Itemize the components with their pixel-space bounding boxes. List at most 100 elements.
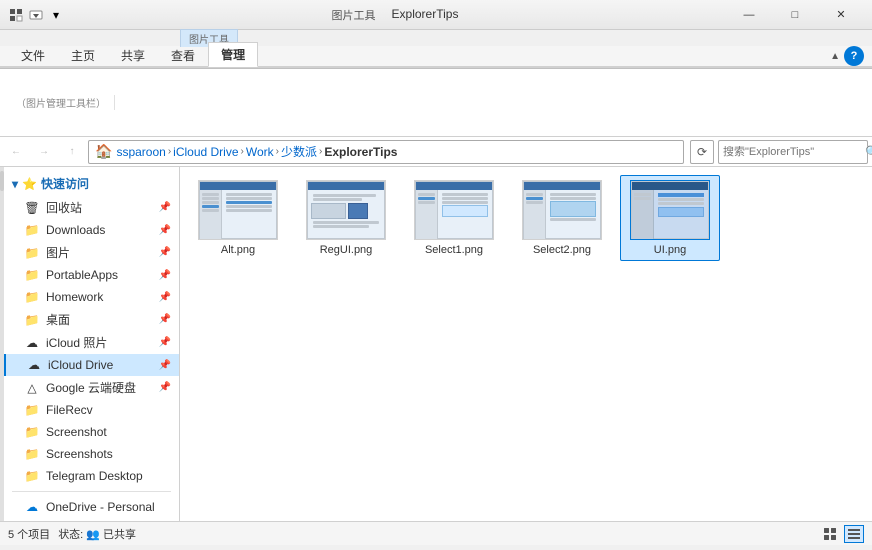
file-name: Alt.png [221,244,255,256]
main-layout: ▾ ⭐ 快速访问 🗑 回收站 📌 📁 Downloads 📌 📁 图片 [0,167,872,521]
address-bar[interactable]: 🏠 ssparoon › iCloud Drive › Work › 少数派 ›… [88,140,684,164]
folder-icon: 📁 [24,424,40,440]
file-item[interactable]: Select2.png [512,175,612,261]
back-button[interactable]: ← [4,140,28,164]
sidebar-item-filerecv[interactable]: 📁 FileRecv [4,399,179,421]
pin-icon: 📌 [159,360,171,371]
sidebar-item-icloud-photos[interactable]: ☁ iCloud 照片 📌 [4,331,179,354]
tab-view[interactable]: 查看 [158,43,208,67]
breadcrumb-root[interactable]: ssparoon [116,145,165,159]
google-drive-icon: △ [24,380,40,396]
file-name: Select1.png [425,244,483,256]
forward-button[interactable]: → [32,140,56,164]
folder-icon: 📁 [24,468,40,484]
view-details-button[interactable] [844,525,864,543]
folder-icon: 📁 [24,245,40,261]
folder-icon: 📁 [24,312,40,328]
tab-share[interactable]: 共享 [108,43,158,67]
sidebar-item-google-drive[interactable]: △ Google 云端硬盘 📌 [4,376,179,399]
tab-home[interactable]: 主页 [58,43,108,67]
sidebar: ▾ ⭐ 快速访问 🗑 回收站 📌 📁 Downloads 📌 📁 图片 [4,167,180,521]
file-item[interactable]: Alt.png [188,175,288,261]
file-thumbnail [522,180,602,240]
status-left: 5 个项目 状态: 👥 已共享 [8,526,820,542]
refresh-button[interactable]: ⟳ [690,140,714,164]
expand-icon: ▾ [12,177,18,191]
breadcrumb-shaosu[interactable]: 少数派 [281,143,317,160]
folder-icon: 📁 [24,222,40,238]
app-title: ExplorerTips [392,7,459,23]
address-bar-home-icon: 🏠 [95,143,112,160]
ribbon-tab-bar: 文件 主页 共享 查看 管理 ▲ ? [0,46,872,68]
file-thumbnail [198,180,278,240]
up-button[interactable]: ↑ [60,140,84,164]
sidebar-quick-access: ▾ ⭐ 快速访问 🗑 回收站 📌 📁 Downloads 📌 📁 图片 [4,171,179,487]
file-item[interactable]: Select1.png [404,175,504,261]
file-thumbnail [630,180,710,240]
tab-manage[interactable]: 管理 [208,42,258,67]
status-right [820,525,864,543]
pin-icon: 📌 [159,202,171,213]
sidebar-item-homework[interactable]: 📁 Homework 📌 [4,286,179,308]
folder-icon: 📁 [24,446,40,462]
sidebar-item-pictures[interactable]: 📁 图片 📌 [4,241,179,264]
breadcrumb-current: ExplorerTips [324,145,397,159]
sidebar-item-screenshots[interactable]: 📁 Screenshots [4,443,179,465]
file-item[interactable]: RegUI.png [296,175,396,261]
quick-access-toolbar[interactable]: ▾ [8,7,64,23]
close-button[interactable]: ✕ [818,0,864,30]
sidebar-item-portableapps[interactable]: 📁 PortableApps 📌 [4,264,179,286]
star-icon: ⭐ [22,177,37,191]
pin-icon: 📌 [159,247,171,258]
sidebar-item-screenshot[interactable]: 📁 Screenshot [4,421,179,443]
recycle-icon: 🗑 [24,200,40,216]
folder-icon: 📁 [24,267,40,283]
pin-icon: 📌 [159,314,171,325]
sidebar-item-desktop[interactable]: 📁 桌面 📌 [4,308,179,331]
folder-icon: 📁 [24,289,40,305]
share-status: 状态: 👥 已共享 [58,526,136,542]
search-icon: 🔍 [865,145,872,159]
file-area: Alt.png [180,167,872,521]
ribbon-content: （图片管理工具栏） [0,69,872,137]
sidebar-item-onedrive[interactable]: ☁ OneDrive - Personal [4,496,179,518]
sidebar-item-downloads[interactable]: 📁 Downloads 📌 [4,219,179,241]
tab-file[interactable]: 文件 [8,43,58,67]
ribbon-group-placeholder: （图片管理工具栏） [16,95,106,110]
quick-access-icon1 [8,7,24,23]
onedrive-icon: ☁ [24,499,40,515]
pin-icon: 📌 [159,382,171,393]
cloud-icon: ☁ [24,335,40,351]
search-input[interactable] [723,146,865,158]
file-name: RegUI.png [320,244,373,256]
status-bar: 5 个项目 状态: 👥 已共享 [0,521,872,545]
sidebar-item-icloud-drive[interactable]: ☁ iCloud Drive 📌 [4,354,179,376]
minimize-button[interactable]: — [726,0,772,30]
view-large-icon-button[interactable] [820,525,840,543]
pin-icon: 📌 [159,292,171,303]
title-bar: ▾ 图片工具 ExplorerTips — □ ✕ [0,0,872,30]
search-box[interactable]: 🔍 [718,140,868,164]
window-controls[interactable]: — □ ✕ [726,0,864,30]
pin-icon: 📌 [159,337,171,348]
file-name: Select2.png [533,244,591,256]
pin-icon: 📌 [159,270,171,281]
quick-access-dropdown[interactable]: ▾ [48,7,64,23]
folder-icon: 📁 [24,402,40,418]
breadcrumb-work[interactable]: Work [246,145,274,159]
file-grid: Alt.png [188,175,864,261]
file-name: UI.png [654,244,686,256]
item-count: 5 个项目 [8,526,50,542]
sidebar-item-recycle[interactable]: 🗑 回收站 📌 [4,196,179,219]
maximize-button[interactable]: □ [772,0,818,30]
file-thumbnail [306,180,386,240]
sidebar-divider [12,491,171,492]
sidebar-item-telegram[interactable]: 📁 Telegram Desktop [4,465,179,487]
breadcrumb: ssparoon › iCloud Drive › Work › 少数派 › E… [116,143,677,160]
file-item[interactable]: UI.png [620,175,720,261]
ribbon-collapse-icon[interactable]: ▲ [826,49,844,64]
sidebar-quick-access-header[interactable]: ▾ ⭐ 快速访问 [4,171,179,196]
picture-tools-label: 图片工具 [332,7,376,23]
breadcrumb-icloud[interactable]: iCloud Drive [173,145,238,159]
help-button[interactable]: ? [844,46,864,66]
